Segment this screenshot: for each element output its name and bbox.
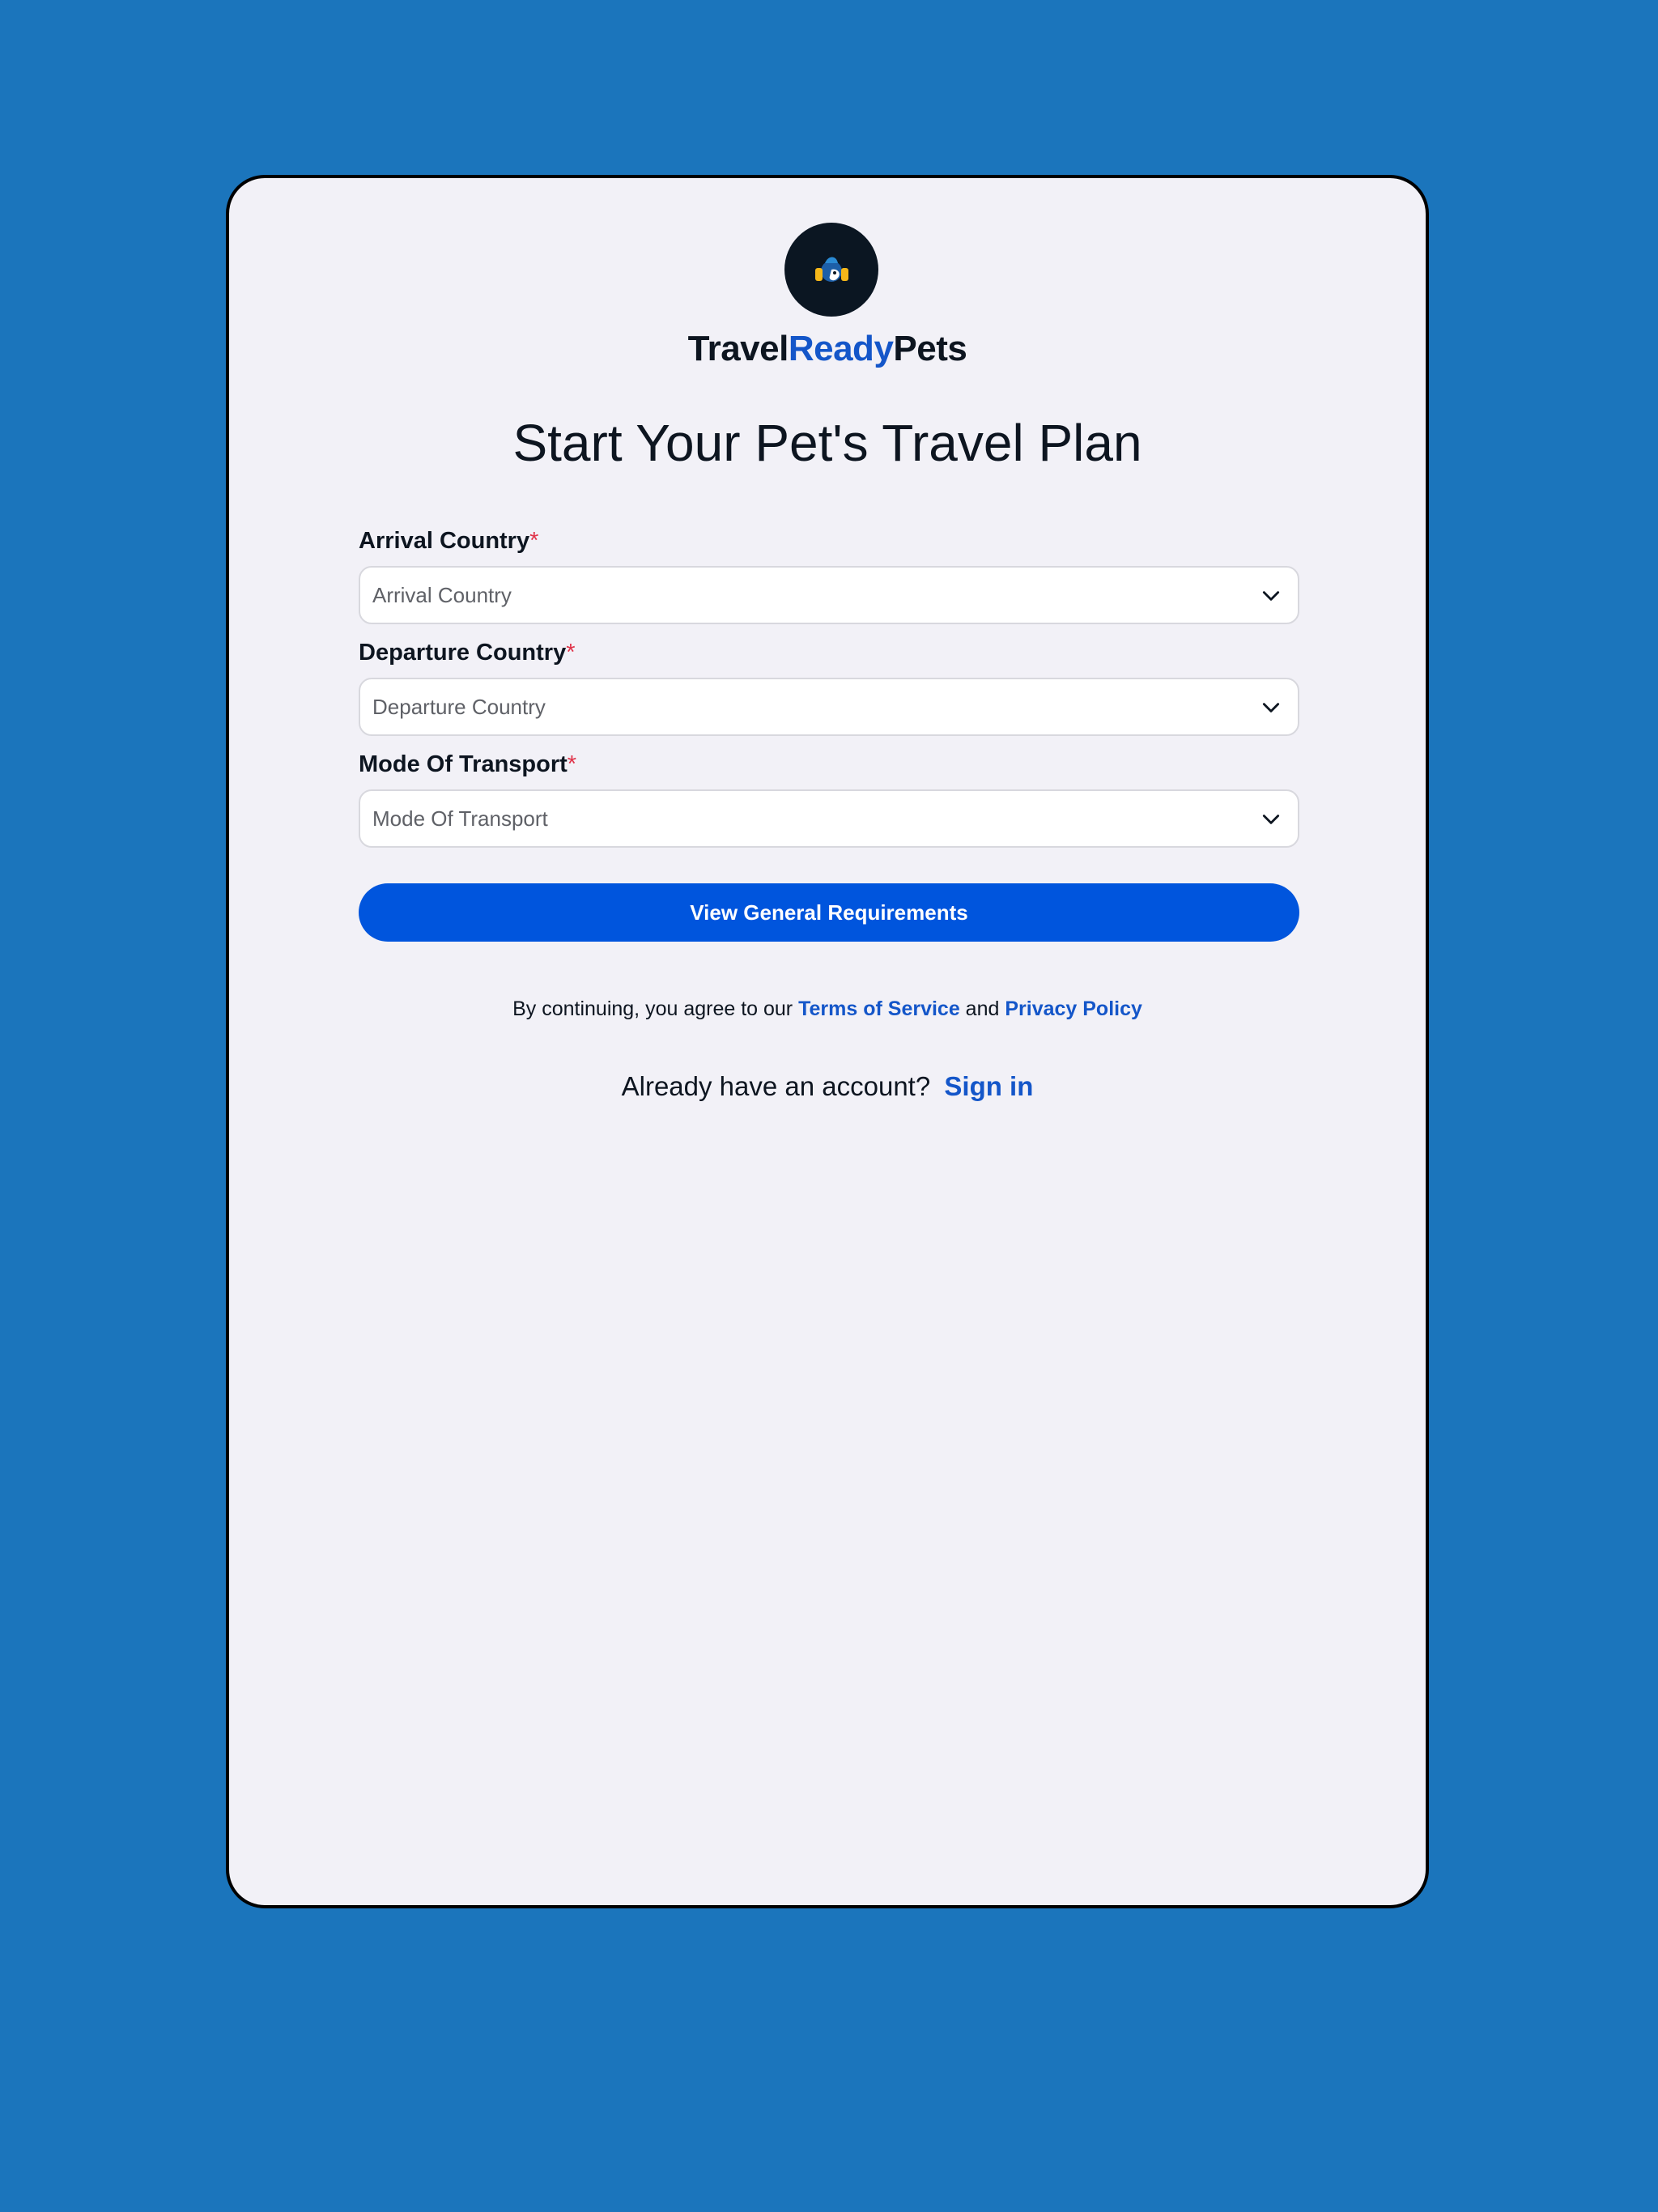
arrival-country-label-text: Arrival Country — [359, 528, 530, 554]
brand-name: TravelReadyPets — [229, 329, 1426, 369]
logo — [784, 223, 878, 317]
signup-card: TravelReadyPets Start Your Pet's Travel … — [226, 175, 1429, 1908]
legal-notice: By continuing, you agree to our Terms of… — [229, 998, 1426, 1021]
departure-country-label-text: Departure Country — [359, 640, 567, 666]
mode-of-transport-select[interactable]: Mode Of Transport — [359, 789, 1299, 848]
chevron-down-icon — [1262, 591, 1280, 601]
mode-of-transport-placeholder: Mode Of Transport — [372, 806, 548, 831]
pet-travel-logo-icon — [815, 257, 848, 282]
signin-prompt-text: Already have an account? — [621, 1071, 931, 1101]
required-mark: * — [567, 751, 577, 777]
mode-of-transport-label: Mode Of Transport* — [359, 751, 576, 778]
arrival-country-label: Arrival Country* — [359, 528, 538, 555]
view-general-requirements-button[interactable]: View General Requirements — [359, 883, 1299, 942]
brand-name-part-1: Travel — [687, 329, 789, 368]
legal-prefix: By continuing, you agree to our — [512, 998, 799, 1020]
chevron-down-icon — [1262, 815, 1280, 824]
mode-of-transport-label-text: Mode Of Transport — [359, 751, 568, 777]
signin-prompt: Already have an account? Sign in — [229, 1071, 1426, 1102]
chevron-down-icon — [1262, 703, 1280, 713]
departure-country-label: Departure Country* — [359, 640, 576, 666]
brand-name-part-3: Pets — [893, 329, 967, 368]
legal-and: and — [959, 998, 1005, 1020]
brand-name-part-2: Ready — [788, 329, 894, 368]
required-mark: * — [529, 528, 539, 554]
arrival-country-select[interactable]: Arrival Country — [359, 566, 1299, 624]
terms-of-service-link[interactable]: Terms of Service — [798, 998, 960, 1020]
departure-country-placeholder: Departure Country — [372, 695, 546, 719]
page-title: Start Your Pet's Travel Plan — [512, 414, 1142, 472]
arrival-country-placeholder: Arrival Country — [372, 583, 512, 607]
privacy-policy-link[interactable]: Privacy Policy — [1005, 998, 1142, 1020]
departure-country-select[interactable]: Departure Country — [359, 678, 1299, 736]
sign-in-link[interactable]: Sign in — [944, 1071, 1033, 1101]
required-mark: * — [566, 640, 576, 666]
